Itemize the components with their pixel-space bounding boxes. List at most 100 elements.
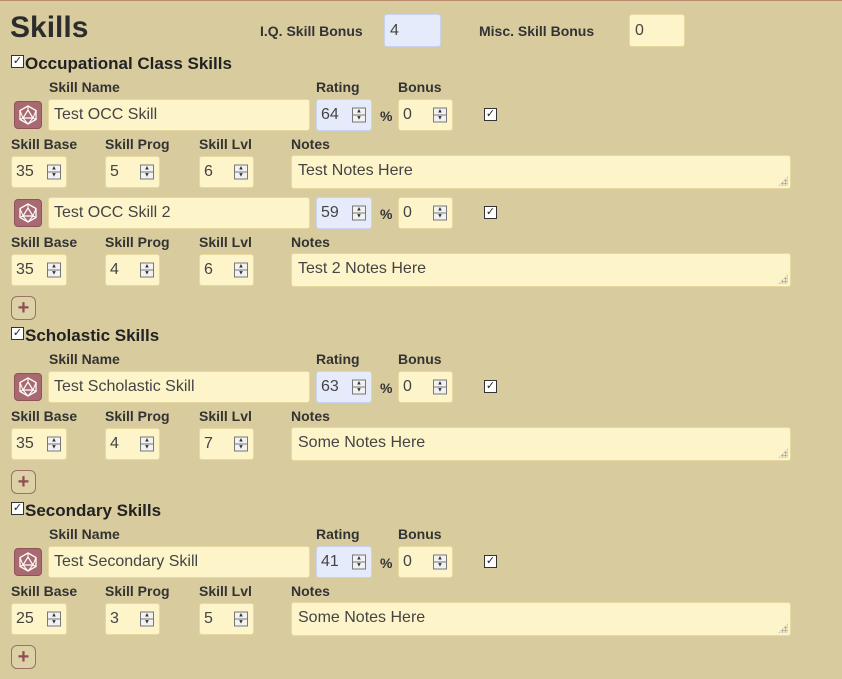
down-arrow-icon[interactable]: ▼ — [434, 561, 446, 569]
skill-checkbox[interactable]: ✓ — [484, 108, 497, 121]
down-arrow-icon[interactable]: ▼ — [141, 171, 153, 179]
skill-prog-input[interactable]: 4 ▲ ▼ — [105, 428, 160, 460]
rating-spinner[interactable]: ▲ ▼ — [352, 205, 366, 221]
roll-dice-button[interactable] — [14, 101, 42, 129]
skill-base-spinner[interactable]: ▲ ▼ — [47, 436, 61, 452]
skill-lvl-spinner[interactable]: ▲ ▼ — [234, 436, 248, 452]
skill-name-input[interactable]: Test OCC Skill — [48, 99, 310, 131]
add-skill-button[interactable]: + — [11, 470, 36, 494]
down-arrow-icon[interactable]: ▼ — [235, 618, 247, 626]
skill-lvl-spinner[interactable]: ▲ ▼ — [234, 164, 248, 180]
bonus-input[interactable]: 0 ▲ ▼ — [398, 371, 453, 403]
bonus-input[interactable]: 0 ▲ ▼ — [398, 197, 453, 229]
skill-lvl-input[interactable]: 7 ▲ ▼ — [199, 428, 254, 460]
skill-base-spinner[interactable]: ▲ ▼ — [47, 611, 61, 627]
notes-textarea[interactable]: Test Notes Here — [291, 155, 791, 189]
notes-value: Test Notes Here — [298, 162, 413, 179]
roll-dice-button[interactable] — [14, 199, 42, 227]
skill-base-spinner[interactable]: ▲ ▼ — [47, 164, 61, 180]
down-arrow-icon[interactable]: ▼ — [48, 618, 60, 626]
skill-base-spinner[interactable]: ▲ ▼ — [47, 262, 61, 278]
bonus-input[interactable]: 0 ▲ ▼ — [398, 99, 453, 131]
skill-lvl-input[interactable]: 5 ▲ ▼ — [199, 603, 254, 635]
skill-checkbox[interactable]: ✓ — [484, 206, 497, 219]
skill-prog-spinner[interactable]: ▲ ▼ — [140, 164, 154, 180]
add-skill-button[interactable]: + — [11, 645, 36, 669]
skill-prog-spinner[interactable]: ▲ ▼ — [140, 262, 154, 278]
rating-input[interactable]: 63 ▲ ▼ — [316, 371, 372, 403]
resize-grip-icon[interactable] — [778, 448, 788, 458]
down-arrow-icon[interactable]: ▼ — [48, 443, 60, 451]
down-arrow-icon[interactable]: ▼ — [353, 212, 365, 220]
rating-spinner[interactable]: ▲ ▼ — [352, 554, 366, 570]
down-arrow-icon[interactable]: ▼ — [353, 561, 365, 569]
skill-prog-spinner[interactable]: ▲ ▼ — [140, 611, 154, 627]
d20-icon — [19, 377, 37, 397]
rating-input[interactable]: 64 ▲ ▼ — [316, 99, 372, 131]
skill-lvl-spinner[interactable]: ▲ ▼ — [234, 611, 248, 627]
down-arrow-icon[interactable]: ▼ — [235, 171, 247, 179]
skill-name-input[interactable]: Test Secondary Skill — [48, 546, 310, 578]
bonus-spinner[interactable]: ▲ ▼ — [433, 205, 447, 221]
rating-input[interactable]: 59 ▲ ▼ — [316, 197, 372, 229]
section-title-secondary: ✓ Secondary Skills — [11, 501, 161, 521]
down-arrow-icon[interactable]: ▼ — [353, 114, 365, 122]
skill-base-input[interactable]: 35 ▲ ▼ — [11, 156, 67, 188]
skill-base-value: 35 — [16, 435, 34, 452]
down-arrow-icon[interactable]: ▼ — [141, 618, 153, 626]
skill-lvl-value: 7 — [204, 435, 213, 452]
misc-skill-bonus-input[interactable]: 0 — [629, 14, 685, 47]
skill-lvl-input[interactable]: 6 ▲ ▼ — [199, 156, 254, 188]
rating-spinner[interactable]: ▲ ▼ — [352, 107, 366, 123]
section-title-occupational: ✓ Occupational Class Skills — [11, 54, 232, 74]
roll-dice-button[interactable] — [14, 548, 42, 576]
down-arrow-icon[interactable]: ▼ — [353, 386, 365, 394]
add-skill-button[interactable]: + — [11, 296, 36, 320]
skill-name-input[interactable]: Test Scholastic Skill — [48, 371, 310, 403]
plus-icon: + — [17, 646, 30, 668]
resize-grip-icon[interactable] — [778, 623, 788, 633]
misc-skill-bonus-label: Misc. Skill Bonus — [479, 23, 595, 39]
rating-spinner[interactable]: ▲ ▼ — [352, 379, 366, 395]
skill-lvl-input[interactable]: 6 ▲ ▼ — [199, 254, 254, 286]
skill-base-input[interactable]: 25 ▲ ▼ — [11, 603, 67, 635]
resize-grip-icon[interactable] — [778, 176, 788, 186]
skill-prog-input[interactable]: 5 ▲ ▼ — [105, 156, 160, 188]
section-toggle-checkbox[interactable]: ✓ — [11, 501, 24, 515]
down-arrow-icon[interactable]: ▼ — [434, 212, 446, 220]
bonus-input[interactable]: 0 ▲ ▼ — [398, 546, 453, 578]
skill-name-input[interactable]: Test OCC Skill 2 — [48, 197, 310, 229]
down-arrow-icon[interactable]: ▼ — [434, 386, 446, 394]
bonus-spinner[interactable]: ▲ ▼ — [433, 107, 447, 123]
notes-textarea[interactable]: Some Notes Here — [291, 427, 791, 461]
section-toggle-checkbox[interactable]: ✓ — [11, 326, 24, 340]
bonus-spinner[interactable]: ▲ ▼ — [433, 554, 447, 570]
down-arrow-icon[interactable]: ▼ — [434, 114, 446, 122]
skill-lvl-spinner[interactable]: ▲ ▼ — [234, 262, 248, 278]
section-toggle-checkbox[interactable]: ✓ — [11, 54, 24, 68]
down-arrow-icon[interactable]: ▼ — [48, 269, 60, 277]
notes-textarea[interactable]: Some Notes Here — [291, 602, 791, 636]
notes-textarea[interactable]: Test 2 Notes Here — [291, 253, 791, 287]
skill-base-input[interactable]: 35 ▲ ▼ — [11, 428, 67, 460]
down-arrow-icon[interactable]: ▼ — [235, 443, 247, 451]
bonus-spinner[interactable]: ▲ ▼ — [433, 379, 447, 395]
skill-prog-spinner[interactable]: ▲ ▼ — [140, 436, 154, 452]
iq-skill-bonus-input[interactable]: 4 — [384, 14, 441, 47]
roll-dice-button[interactable] — [14, 373, 42, 401]
skill-prog-input[interactable]: 3 ▲ ▼ — [105, 603, 160, 635]
notes-label: Notes — [291, 234, 330, 250]
resize-grip-icon[interactable] — [778, 274, 788, 284]
down-arrow-icon[interactable]: ▼ — [141, 443, 153, 451]
rating-input[interactable]: 41 ▲ ▼ — [316, 546, 372, 578]
down-arrow-icon[interactable]: ▼ — [235, 269, 247, 277]
skill-lvl-label: Skill Lvl — [199, 408, 252, 424]
down-arrow-icon[interactable]: ▼ — [48, 171, 60, 179]
down-arrow-icon[interactable]: ▼ — [141, 269, 153, 277]
skill-checkbox[interactable]: ✓ — [484, 555, 497, 568]
skill-base-input[interactable]: 35 ▲ ▼ — [11, 254, 67, 286]
skill-name-value: Test OCC Skill 2 — [54, 204, 171, 221]
section-title-text: Scholastic Skills — [25, 326, 160, 345]
skill-checkbox[interactable]: ✓ — [484, 380, 497, 393]
skill-prog-input[interactable]: 4 ▲ ▼ — [105, 254, 160, 286]
